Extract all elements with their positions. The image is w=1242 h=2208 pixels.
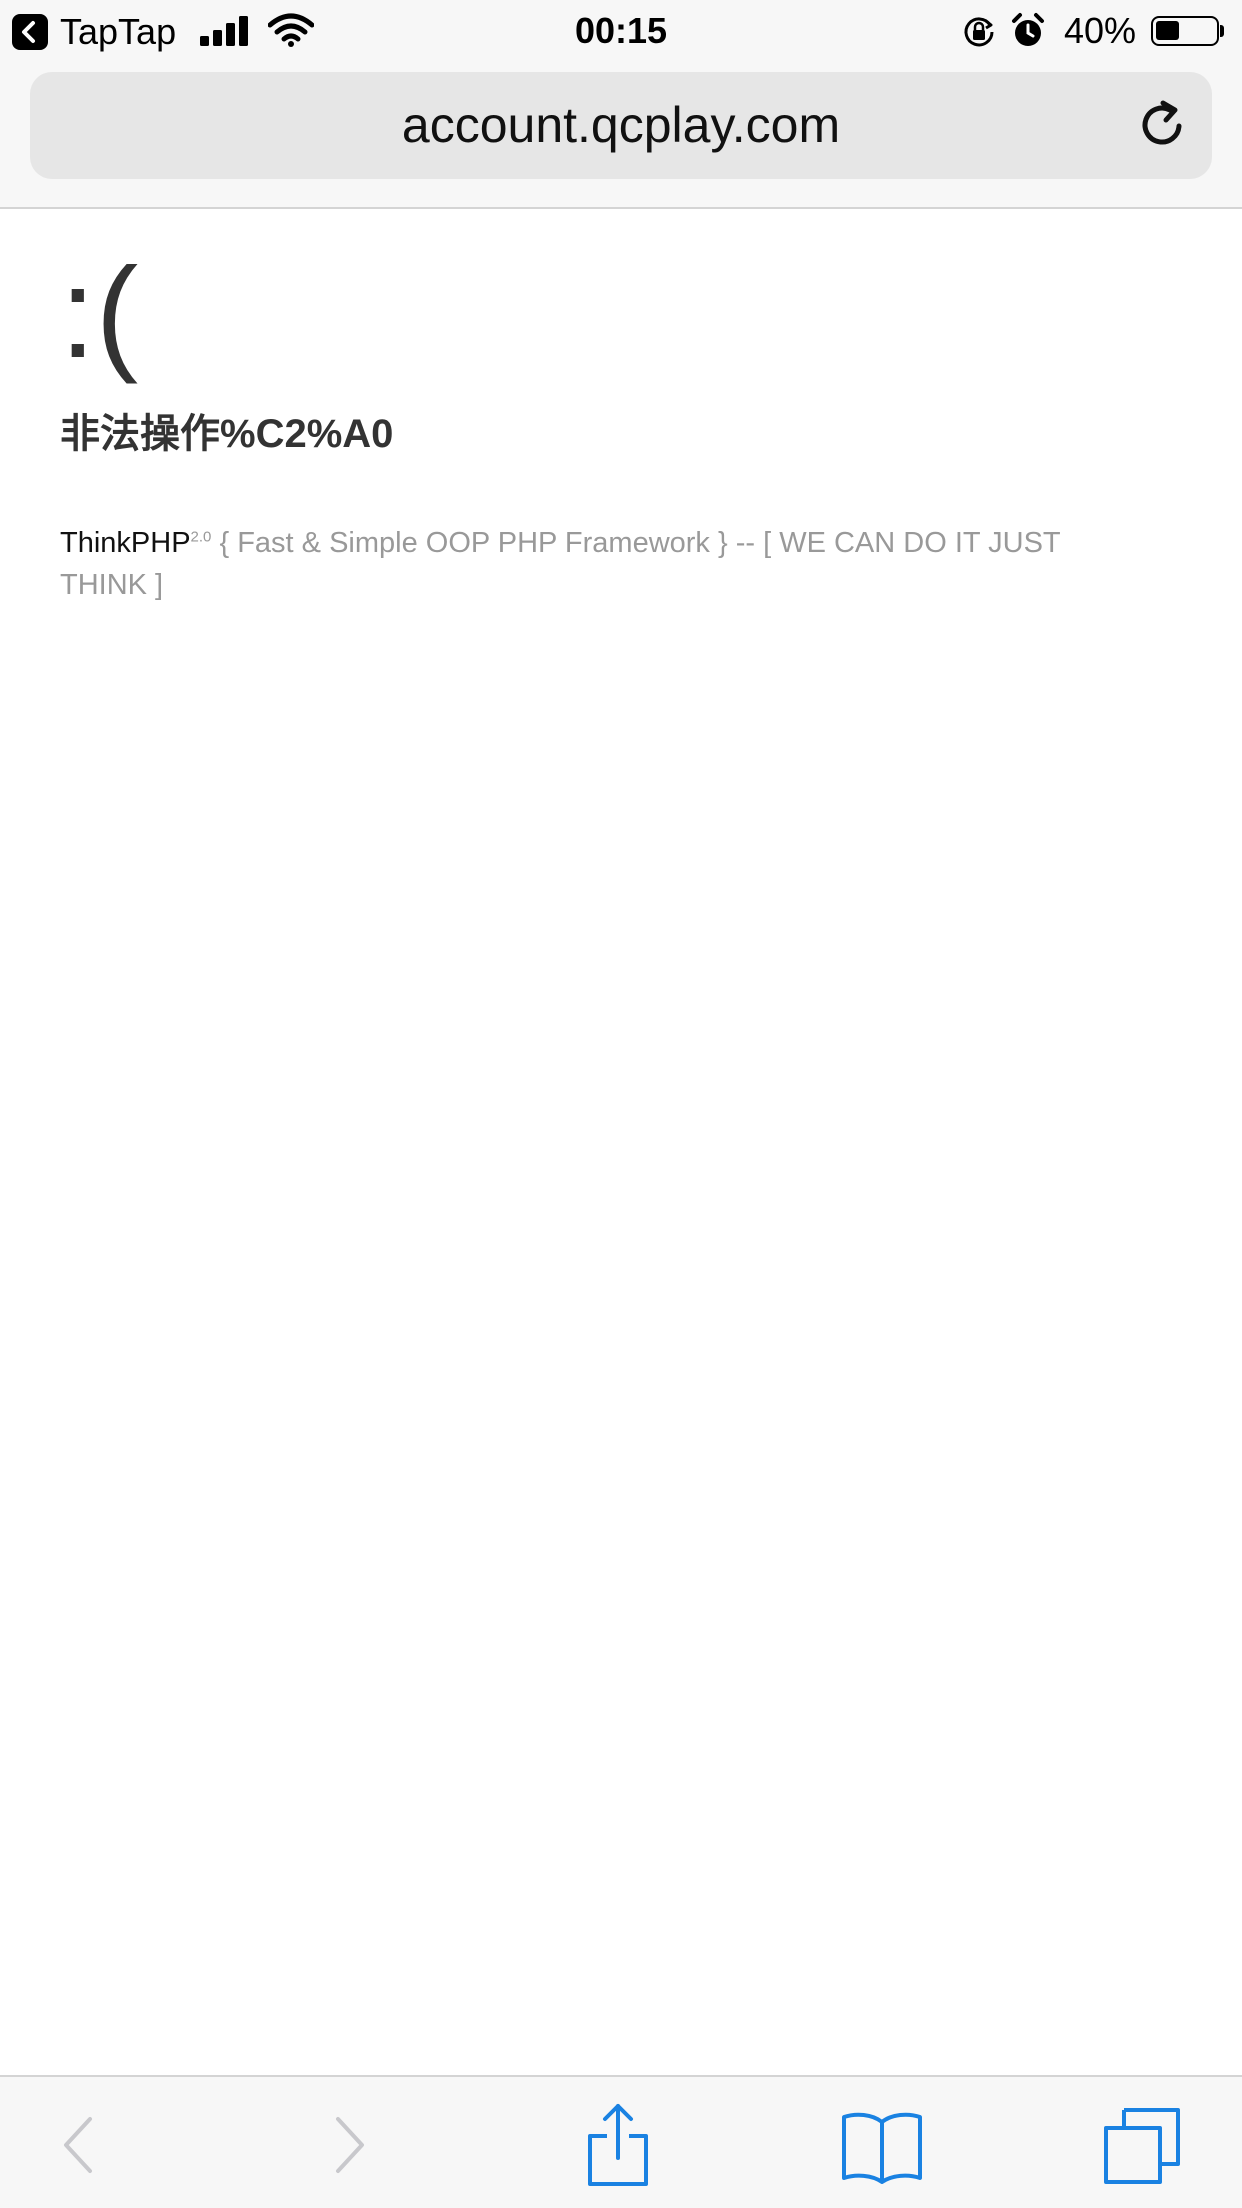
tabs-icon[interactable] xyxy=(1102,2106,1182,2186)
error-message: 非法操作%C2%A0 xyxy=(60,412,394,456)
rotation-lock-icon xyxy=(964,17,994,47)
back-to-app-label[interactable]: TapTap xyxy=(60,10,176,54)
error-page: :( 非法操作%C2%A0 ThinkPHP2.0 { Fast & Simpl… xyxy=(60,244,1190,606)
framework-brand-link[interactable]: ThinkPHP xyxy=(60,527,191,559)
back-icon[interactable] xyxy=(58,2115,98,2175)
battery-terminal xyxy=(1220,25,1224,37)
bookmarks-icon[interactable] xyxy=(840,2110,924,2184)
status-time: 00:15 xyxy=(574,10,668,51)
framework-version: 2.0 xyxy=(190,528,212,546)
framework-footer: ThinkPHP2.0 { Fast & Simple OOP PHP Fram… xyxy=(60,522,1150,606)
reload-icon[interactable] xyxy=(1137,99,1191,153)
alarm-icon xyxy=(1012,13,1044,46)
forward-icon[interactable] xyxy=(330,2115,370,2175)
browser-top-bar: TapTap 00:15 40% account.qcplay.com xyxy=(0,0,1242,209)
battery-percentage: 40% xyxy=(1064,10,1137,51)
address-bar[interactable]: account.qcplay.com xyxy=(30,72,1212,179)
cellular-signal-icon xyxy=(200,16,252,46)
wifi-icon xyxy=(268,13,314,47)
battery-icon xyxy=(1151,16,1219,46)
browser-bottom-toolbar xyxy=(0,2075,1242,2208)
battery-level-fill xyxy=(1156,21,1179,40)
sad-face-emoticon: :( xyxy=(60,242,139,385)
url-text[interactable]: account.qcplay.com xyxy=(30,72,1212,179)
framework-tagline: { Fast & Simple OOP PHP Framework } -- [… xyxy=(60,527,1061,601)
status-bar: TapTap 00:15 40% xyxy=(0,0,1242,62)
back-to-app-icon[interactable] xyxy=(12,14,48,50)
share-icon[interactable] xyxy=(585,2102,651,2188)
